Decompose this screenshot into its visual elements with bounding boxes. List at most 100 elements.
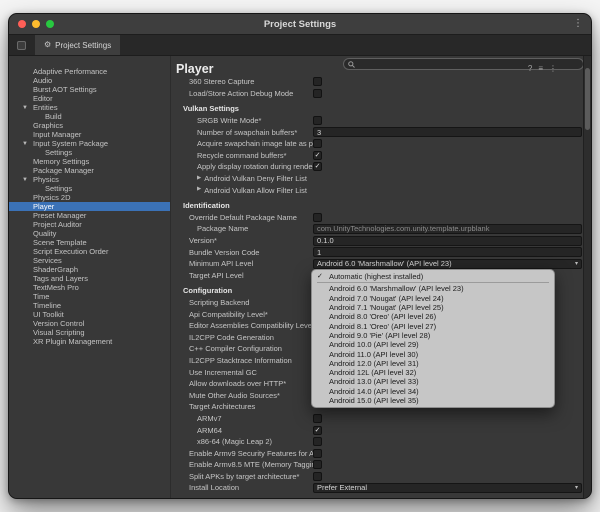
text-field[interactable]: 3 (313, 127, 582, 137)
sidebar-item-tags-and-layers[interactable]: Tags and Layers (9, 274, 170, 283)
row-label-text: Recycle command buffers* (197, 151, 286, 160)
checkbox[interactable] (313, 472, 322, 481)
sidebar-item-physics[interactable]: ▼Physics (9, 175, 170, 184)
checkbox[interactable]: ✓ (313, 151, 322, 160)
scrollbar-thumb[interactable] (585, 68, 590, 130)
field-value: com.UnityTechnologies.com.unity.template… (317, 224, 489, 233)
dropdown-option[interactable]: ✓Automatic (highest installed) (312, 272, 554, 281)
minimize-button[interactable] (32, 20, 40, 28)
checkbox[interactable] (313, 449, 322, 458)
checkbox[interactable]: ✓ (313, 426, 322, 435)
sidebar-item-entities[interactable]: ▼Entities (9, 103, 170, 112)
dropdown-value: Prefer External (317, 483, 367, 492)
sidebar-item-input-system-package[interactable]: ▼Input System Package (9, 139, 170, 148)
dropdown-option[interactable]: Android 15.0 (API level 35) (312, 396, 554, 405)
dropdown-option[interactable]: Android 8.1 'Oreo' (API level 27) (312, 321, 554, 330)
sidebar-item-project-auditor[interactable]: Project Auditor (9, 220, 170, 229)
foldout-open-icon[interactable]: ▼ (22, 176, 28, 184)
dropdown-option[interactable]: Android 14.0 (API level 34) (312, 387, 554, 396)
sidebar-item-label: Timeline (33, 301, 61, 310)
field-value: 1 (317, 248, 321, 257)
checkbox[interactable] (313, 213, 322, 222)
dropdown-option[interactable]: Android 7.1 'Nougat' (API level 25) (312, 303, 554, 312)
zoom-button[interactable] (46, 20, 54, 28)
checkbox[interactable] (313, 77, 322, 86)
window-title: Project Settings (9, 19, 591, 30)
dropdown-option[interactable]: Android 10.0 (API level 29) (312, 340, 554, 349)
dropdown-field[interactable]: Android 6.0 'Marshmallow' (API level 23)… (313, 259, 582, 269)
window-titlebar[interactable]: Project Settings ⋮ (9, 14, 591, 35)
sidebar-item-time[interactable]: Time (9, 292, 170, 301)
option-label: Android 14.0 (API level 34) (329, 387, 419, 396)
sidebar-item-textmesh-pro[interactable]: TextMesh Pro (9, 283, 170, 292)
row-control-area: com.UnityTechnologies.com.unity.template… (313, 224, 582, 234)
sidebar-item-version-control[interactable]: Version Control (9, 319, 170, 328)
row-label: Enable Armv8.5 MTE (Memory Tagging Exten… (171, 460, 313, 469)
dropdown-option[interactable]: Android 12.0 (API level 31) (312, 359, 554, 368)
sidebar-item-services[interactable]: Services (9, 256, 170, 265)
text-field[interactable]: com.UnityTechnologies.com.unity.template… (313, 224, 582, 234)
sidebar-item-burst-aot-settings[interactable]: Burst AOT Settings (9, 85, 170, 94)
sidebar-item-settings[interactable]: Settings (9, 184, 170, 193)
search-icon (348, 61, 355, 68)
row-control-area: 3 (313, 127, 582, 137)
sidebar-item-ui-toolkit[interactable]: UI Toolkit (9, 310, 170, 319)
dropdown-option[interactable]: Android 6.0 'Marshmallow' (API level 23) (312, 284, 554, 293)
kebab-icon[interactable]: ⋮ (549, 65, 557, 73)
player-settings-panel: Player ? ≡ ⋮ 360 Stereo CaptureLoad/Stor… (171, 56, 591, 499)
sidebar-item-label: Audio (33, 76, 52, 85)
sidebar-item-build[interactable]: Build (9, 112, 170, 121)
sidebar-item-editor[interactable]: Editor (9, 94, 170, 103)
close-button[interactable] (18, 20, 26, 28)
foldout-closed-icon[interactable]: ▶ (197, 187, 201, 193)
sidebar-item-package-manager[interactable]: Package Manager (9, 166, 170, 175)
tab-project-settings[interactable]: ⚙ Project Settings (35, 35, 120, 55)
sidebar-item-memory-settings[interactable]: Memory Settings (9, 157, 170, 166)
sidebar-item-adaptive-performance[interactable]: Adaptive Performance (9, 67, 170, 76)
foldout-open-icon[interactable]: ▼ (22, 104, 28, 112)
sidebar-item-physics-2d[interactable]: Physics 2D (9, 193, 170, 202)
sidebar-item-quality[interactable]: Quality (9, 229, 170, 238)
sidebar-item-label: Editor (33, 94, 53, 103)
dropdown-option[interactable]: Android 13.0 (API level 33) (312, 377, 554, 386)
sidebar-item-visual-scripting[interactable]: Visual Scripting (9, 328, 170, 337)
dropdown-option[interactable]: Android 12L (API level 32) (312, 368, 554, 377)
foldout-open-icon[interactable]: ▼ (22, 140, 28, 148)
sidebar-item-timeline[interactable]: Timeline (9, 301, 170, 310)
dropdown-option[interactable]: Android 7.0 'Nougat' (API level 24) (312, 294, 554, 303)
sidebar-item-scene-template[interactable]: Scene Template (9, 238, 170, 247)
checkbox[interactable] (313, 414, 322, 423)
row-label-text: Version* (189, 236, 217, 245)
sidebar-item-script-execution-order[interactable]: Script Execution Order (9, 247, 170, 256)
sidebar-item-settings[interactable]: Settings (9, 148, 170, 157)
sidebar-item-xr-plugin-management[interactable]: XR Plugin Management (9, 337, 170, 346)
foldout-closed-icon[interactable]: ▶ (197, 176, 201, 182)
vertical-scrollbar[interactable] (583, 56, 591, 499)
text-field[interactable]: 1 (313, 247, 582, 257)
dropdown-option[interactable]: Android 8.0 'Oreo' (API level 26) (312, 312, 554, 321)
option-label: Android 12.0 (API level 31) (329, 359, 419, 368)
sidebar-item-shadergraph[interactable]: ShaderGraph (9, 265, 170, 274)
sidebar-item-graphics[interactable]: Graphics (9, 121, 170, 130)
chevron-down-icon: ▾ (575, 261, 578, 267)
text-field[interactable]: 0.1.0 (313, 236, 582, 246)
help-icon[interactable]: ? (528, 65, 532, 73)
row-label-text: IL2CPP Stacktrace Information (189, 356, 292, 365)
checkbox[interactable] (313, 116, 322, 125)
presets-icon[interactable]: ≡ (538, 65, 543, 73)
sidebar-item-player[interactable]: Player (9, 202, 170, 211)
panel-menu-icon[interactable] (17, 41, 26, 50)
checkbox[interactable] (313, 89, 322, 98)
checkbox[interactable] (313, 460, 322, 469)
checkbox[interactable]: ✓ (313, 162, 322, 171)
sidebar-item-input-manager[interactable]: Input Manager (9, 130, 170, 139)
dropdown-field[interactable]: Prefer External ▾ (313, 483, 582, 493)
window-kebab-icon[interactable]: ⋮ (573, 17, 583, 31)
chevron-down-icon: ▾ (575, 485, 578, 491)
sidebar-item-audio[interactable]: Audio (9, 76, 170, 85)
checkbox[interactable] (313, 437, 322, 446)
checkbox[interactable] (313, 139, 322, 148)
dropdown-option[interactable]: Android 11.0 (API level 30) (312, 349, 554, 358)
dropdown-option[interactable]: Android 9.0 'Pie' (API level 28) (312, 331, 554, 340)
sidebar-item-preset-manager[interactable]: Preset Manager (9, 211, 170, 220)
